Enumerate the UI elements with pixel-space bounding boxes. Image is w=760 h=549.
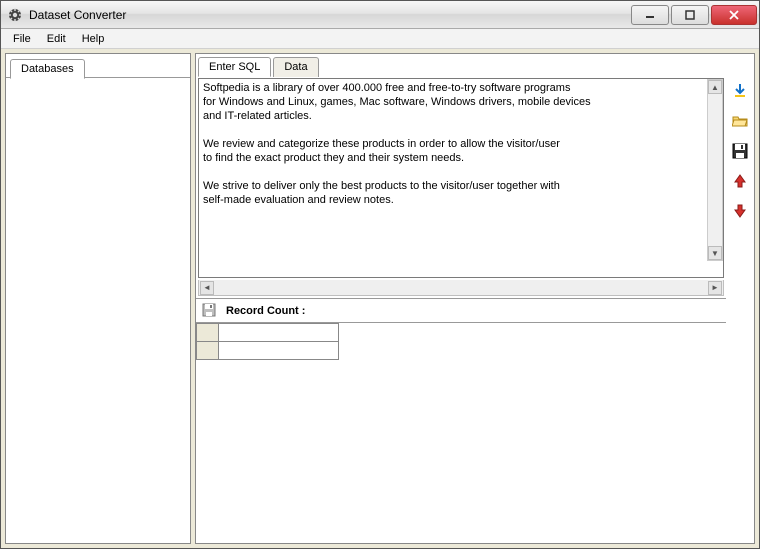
- save-icon: [732, 143, 748, 162]
- move-up-button[interactable]: [730, 172, 750, 192]
- result-grid[interactable]: [196, 322, 726, 543]
- scroll-left-icon[interactable]: ◄: [200, 281, 214, 295]
- arrow-up-icon: [733, 174, 747, 191]
- left-tabstrip: Databases: [6, 54, 190, 78]
- execute-button[interactable]: [730, 82, 750, 102]
- app-icon: [7, 7, 23, 23]
- client-area: Databases Enter SQL Data Softpedia is a …: [1, 49, 759, 548]
- grid-cell[interactable]: [219, 324, 339, 342]
- record-count-label: Record Count :: [226, 305, 305, 317]
- grid-row-header[interactable]: [197, 324, 219, 342]
- right-panel: Enter SQL Data Softpedia is a library of…: [195, 53, 755, 544]
- menu-file[interactable]: File: [5, 31, 39, 47]
- grid-row-header[interactable]: [197, 342, 219, 360]
- menu-edit[interactable]: Edit: [39, 31, 74, 47]
- grid-cell[interactable]: [219, 342, 339, 360]
- tab-enter-sql[interactable]: Enter SQL: [198, 57, 271, 77]
- tab-databases[interactable]: Databases: [10, 59, 85, 79]
- download-icon: [732, 83, 748, 102]
- horizontal-scrollbar[interactable]: ◄ ►: [198, 280, 724, 296]
- left-panel: Databases: [5, 53, 191, 544]
- scroll-down-icon[interactable]: ▼: [708, 246, 722, 260]
- minimize-button[interactable]: [631, 5, 669, 25]
- save-result-icon[interactable]: [202, 303, 218, 319]
- tab-data[interactable]: Data: [273, 57, 318, 77]
- scroll-right-icon[interactable]: ►: [708, 281, 722, 295]
- move-down-button[interactable]: [730, 202, 750, 222]
- arrow-down-icon: [733, 204, 747, 221]
- right-tabstrip: Enter SQL Data: [196, 54, 754, 76]
- open-folder-icon: [732, 113, 748, 132]
- sql-editor-wrap: Softpedia is a library of over 400.000 f…: [198, 78, 724, 278]
- menu-help[interactable]: Help: [74, 31, 113, 47]
- menu-bar: File Edit Help: [1, 29, 759, 49]
- title-bar: Dataset Converter: [1, 1, 759, 29]
- window-controls: [629, 5, 757, 25]
- scroll-up-icon[interactable]: ▲: [708, 80, 722, 94]
- vertical-scrollbar[interactable]: ▲ ▼: [707, 79, 723, 261]
- sql-toolbar: [726, 76, 754, 543]
- grid-table: [196, 323, 339, 360]
- databases-tree[interactable]: [6, 78, 190, 543]
- maximize-button[interactable]: [671, 5, 709, 25]
- result-header: Record Count :: [196, 298, 726, 322]
- window-title: Dataset Converter: [29, 8, 629, 22]
- close-button[interactable]: [711, 5, 757, 25]
- save-button[interactable]: [730, 142, 750, 162]
- sql-editor[interactable]: Softpedia is a library of over 400.000 f…: [199, 79, 723, 277]
- open-button[interactable]: [730, 112, 750, 132]
